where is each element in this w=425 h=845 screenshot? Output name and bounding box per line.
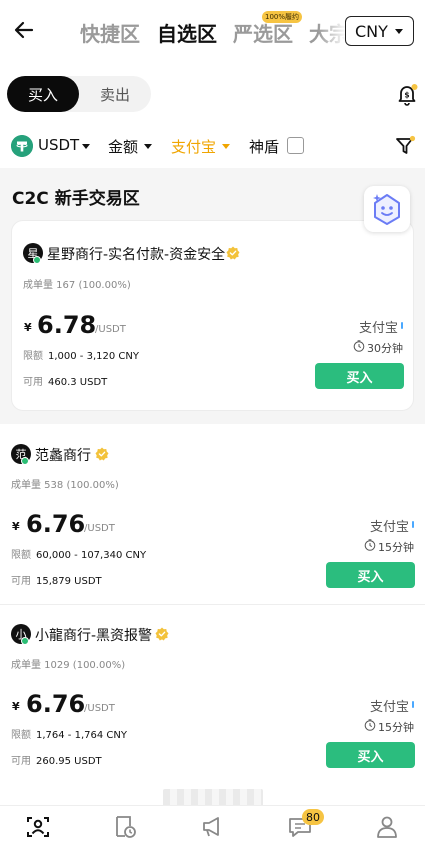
buy-button[interactable]: 买入: [326, 562, 415, 588]
chevron-down-icon: [394, 28, 403, 34]
merchant-name[interactable]: 范蠡商行: [35, 445, 91, 465]
available-value: 460.3 USDT: [48, 377, 108, 388]
available-label: 可用: [11, 756, 31, 767]
bottom-nav: 80: [0, 805, 425, 845]
tab-fade: [318, 10, 346, 52]
available-row: 可用 260.95 USDT: [11, 752, 102, 767]
available-label: 可用: [23, 377, 43, 388]
limit-value: 60,000 - 107,340 CNY: [36, 550, 147, 561]
currency-select[interactable]: CNY: [345, 16, 414, 46]
trade-icon[interactable]: [25, 814, 51, 840]
online-status-dot: [33, 256, 41, 264]
app-root: 快捷区 自选区 严选区 100%履约 大宗 CNY 买入 卖出 $ USDT 金…: [0, 0, 425, 845]
buy-sell-toggle: 买入 卖出: [7, 76, 151, 112]
sell-tab[interactable]: 卖出: [79, 76, 151, 112]
shield-checkbox[interactable]: [287, 137, 304, 154]
clock-icon: [364, 539, 376, 551]
back-arrow-icon[interactable]: [12, 18, 36, 42]
chevron-down-icon: [82, 144, 90, 149]
payment-time-limit: 15分钟: [378, 721, 414, 734]
currency-symbol: ¥: [12, 520, 20, 533]
order-stats: 成单量 1029 (100.00%): [11, 660, 126, 671]
payment-method: 支付宝: [370, 520, 410, 535]
shield-label: 神盾: [249, 138, 280, 156]
available-row: 可用 460.3 USDT: [23, 373, 107, 388]
usdt-coin-icon: [11, 135, 33, 157]
merchant-name[interactable]: 小龍商行-黑资报警: [35, 625, 152, 645]
unit-price: 6.78: [37, 311, 97, 339]
announcement-icon[interactable]: [199, 814, 225, 840]
filter-bar: USDT 金额 支付宝 神盾: [0, 130, 425, 162]
currency-symbol: ¥: [12, 700, 20, 713]
payment-color-bar: [401, 322, 403, 329]
filter-funnel-icon[interactable]: [394, 135, 416, 157]
order-stats: 成单量 167 (100.00%): [23, 280, 131, 291]
asset-filter[interactable]: USDT: [38, 136, 79, 154]
payment-color-bar: [412, 521, 414, 528]
verified-merchant-icon: [226, 246, 240, 260]
limit-label: 限额: [23, 351, 43, 362]
limit-row: 限额 1,000 - 3,120 CNY: [23, 347, 139, 362]
limit-value: 1,000 - 3,120 CNY: [48, 351, 139, 362]
ai-assistant-icon[interactable]: [364, 186, 410, 232]
verified-merchant-icon: [95, 447, 109, 461]
available-value: 15,879 USDT: [36, 576, 102, 587]
divider: [0, 604, 425, 605]
limit-label: 限额: [11, 550, 31, 561]
online-status-dot: [21, 637, 29, 645]
amount-filter[interactable]: 金额: [108, 136, 138, 157]
currency-symbol: ¥: [24, 321, 32, 334]
fulfillment-badge: 100%履约: [262, 11, 303, 23]
price-unit: /USDT: [84, 703, 115, 714]
price-unit: /USDT: [84, 523, 115, 534]
online-status-dot: [21, 457, 29, 465]
limit-row: 限额 60,000 - 107,340 CNY: [11, 546, 146, 561]
orders-icon[interactable]: [112, 814, 138, 840]
tab-custom[interactable]: 自选区: [157, 18, 217, 47]
price-unit: /USDT: [95, 324, 126, 335]
currency-value: CNY: [355, 21, 388, 41]
chevron-down-icon: [144, 144, 152, 149]
payment-method: 支付宝: [370, 700, 410, 715]
svg-text:$: $: [404, 91, 409, 100]
verified-merchant-icon: [155, 627, 169, 641]
buy-button[interactable]: 买入: [326, 742, 415, 768]
payment-color-bar: [412, 701, 414, 708]
payment-time-limit: 30分钟: [367, 342, 403, 355]
section-title: C2C 新手交易区: [12, 189, 140, 209]
limit-value: 1,764 - 1,764 CNY: [36, 730, 127, 741]
profile-icon[interactable]: [374, 814, 400, 840]
available-label: 可用: [11, 576, 31, 587]
chevron-down-icon: [222, 144, 230, 149]
tab-quick[interactable]: 快捷区: [80, 18, 140, 47]
payment-time-limit: 15分钟: [378, 541, 414, 554]
top-header: 快捷区 自选区 严选区 100%履约 大宗 CNY: [0, 0, 425, 62]
limit-label: 限额: [11, 730, 31, 741]
buy-button[interactable]: 买入: [315, 363, 404, 389]
payment-filter[interactable]: 支付宝: [171, 136, 216, 157]
payment-method: 支付宝: [359, 321, 399, 336]
buy-tab[interactable]: 买入: [7, 76, 79, 112]
unit-price: 6.76: [26, 510, 86, 538]
available-value: 260.95 USDT: [36, 756, 102, 767]
clock-icon: [364, 719, 376, 731]
merchant-name[interactable]: 星野商行-实名付款-资金安全: [47, 244, 225, 264]
limit-row: 限额 1,764 - 1,764 CNY: [11, 726, 127, 741]
order-stats: 成单量 538 (100.00%): [11, 480, 119, 491]
available-row: 可用 15,879 USDT: [11, 572, 102, 587]
price-alert-bell-icon[interactable]: $: [395, 82, 419, 106]
unit-price: 6.76: [26, 690, 86, 718]
messages-badge: 80: [302, 809, 324, 825]
clock-icon: [353, 340, 365, 352]
